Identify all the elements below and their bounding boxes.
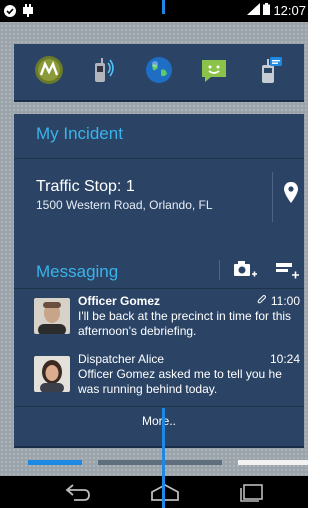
home-icon [151, 483, 179, 501]
signal-icon [247, 3, 261, 18]
avatar-officer-gomez [34, 298, 70, 334]
recent-apps-icon [240, 484, 263, 502]
location-pin-icon [284, 182, 298, 208]
more-link[interactable]: More.. [14, 414, 304, 428]
app-messaging[interactable] [199, 57, 229, 87]
messaging-card: Messaging Officer Gomez 11:00 I'll be ba… [14, 224, 304, 448]
incident-divider [14, 158, 304, 159]
clock: 12:07 [273, 3, 306, 18]
motorola-icon [34, 55, 64, 90]
scroll-indicator-bottom [162, 408, 165, 508]
message-sender: Officer Gomez [78, 294, 161, 308]
attachment-icon [257, 294, 267, 308]
app-globe[interactable] [144, 55, 174, 90]
avatar-dispatcher-alice [34, 356, 70, 392]
back-icon [65, 484, 90, 501]
home-screen: 12:07 My Incident Traffic Stop: 1 1500 W… [0, 0, 308, 508]
app-device[interactable] [254, 55, 284, 90]
incident-card-title: My Incident [36, 124, 123, 143]
globe-icon [144, 55, 174, 90]
radio-phone-icon [89, 55, 119, 90]
toolbar-divider [219, 260, 220, 280]
location-pin-button[interactable] [284, 182, 298, 209]
message-item[interactable]: Dispatcher Alice 10:24 Officer Gomez ask… [34, 352, 300, 408]
incident-address[interactable]: 1500 Western Road, Orlando, FL [36, 198, 213, 212]
page-indicator [98, 460, 222, 465]
app-radio[interactable] [89, 57, 119, 87]
incident-name[interactable]: Traffic Stop: 1 [36, 178, 135, 196]
message-time: 10:24 [269, 352, 300, 366]
messaging-card-title: Messaging [36, 262, 119, 281]
compose-message-button[interactable] [275, 262, 299, 285]
check-icon [4, 4, 16, 22]
message-item[interactable]: Officer Gomez 11:00 I'll be back at the … [34, 294, 300, 350]
home-button[interactable] [150, 482, 180, 507]
page-indicator [238, 460, 308, 465]
message-text: I'll be back at the precinct in time for… [78, 309, 292, 338]
status-bar: 12:07 [0, 0, 308, 22]
back-button[interactable] [64, 482, 92, 507]
attach-photo-button[interactable] [233, 260, 257, 285]
camera-add-icon [234, 261, 257, 277]
scroll-indicator-top [162, 0, 165, 14]
battery-icon [263, 3, 271, 18]
app-shortcut-bar [14, 44, 304, 102]
incident-card: My Incident Traffic Stop: 1 1500 Western… [14, 114, 304, 234]
chat-icon [199, 55, 229, 90]
message-time-group: 11:00 [257, 294, 300, 308]
usb-icon [22, 4, 34, 22]
page-indicator-active [28, 460, 82, 465]
compose-add-icon [276, 263, 299, 279]
recent-apps-button[interactable] [238, 482, 266, 507]
messaging-divider [14, 288, 304, 289]
messaging-footer-divider [14, 406, 304, 407]
message-time: 11:00 [270, 294, 300, 308]
message-text: Officer Gomez asked me to tell you he wa… [78, 367, 282, 396]
incident-vertical-divider [272, 172, 273, 222]
message-sender: Dispatcher Alice [78, 352, 165, 366]
navigation-bar [0, 476, 308, 508]
app-motorola[interactable] [34, 55, 64, 90]
handheld-icon [254, 55, 284, 90]
messaging-toolbar [219, 260, 299, 282]
home-page-indicator [28, 460, 308, 465]
